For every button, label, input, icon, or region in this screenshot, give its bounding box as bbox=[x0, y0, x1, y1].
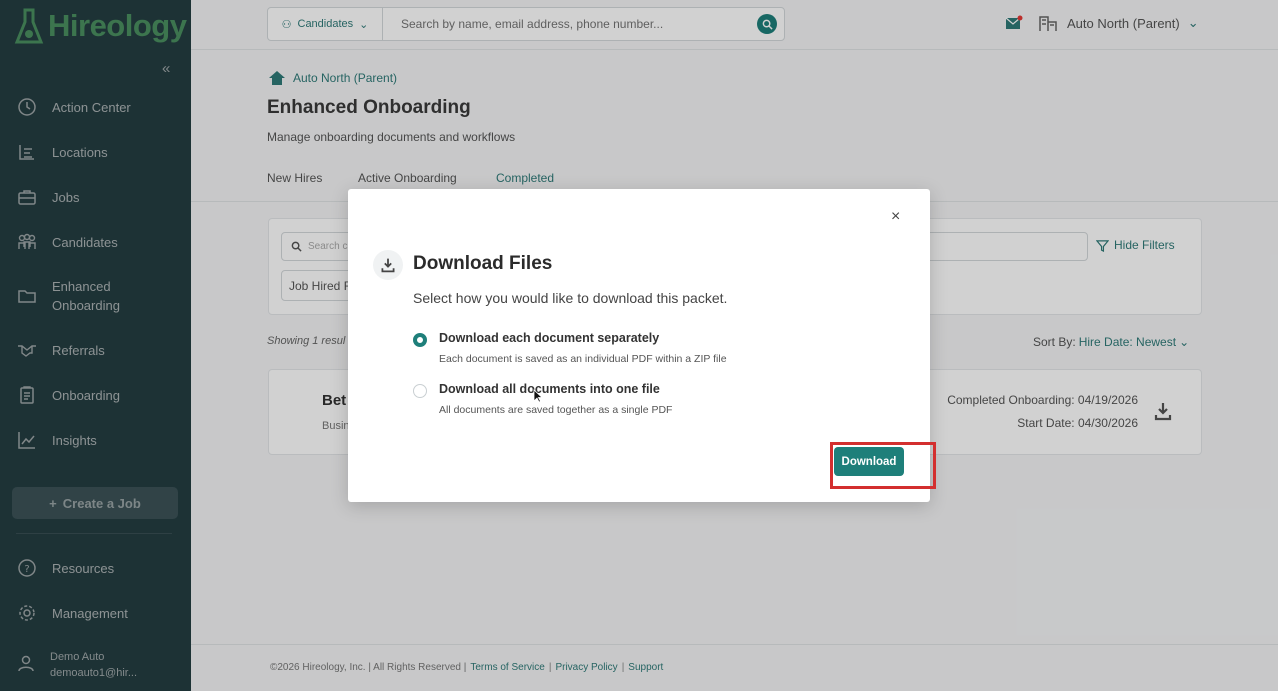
download-icon bbox=[373, 250, 403, 280]
sidebar-backdrop bbox=[0, 0, 191, 691]
mouse-cursor-icon bbox=[533, 389, 544, 408]
option-label: Download each document separately bbox=[439, 331, 660, 345]
radio-single-file[interactable] bbox=[413, 384, 427, 398]
option-help: All documents are saved together as a si… bbox=[439, 404, 673, 416]
option-label: Download all documents into one file bbox=[439, 382, 660, 396]
option-separate[interactable]: Download each document separately Each d… bbox=[413, 331, 727, 365]
option-help: Each document is saved as an individual … bbox=[439, 353, 727, 365]
radio-separate[interactable] bbox=[413, 333, 427, 347]
modal-title: Download Files bbox=[413, 253, 553, 274]
highlight-box bbox=[830, 442, 936, 489]
modal-description: Select how you would like to download th… bbox=[413, 290, 728, 306]
close-icon[interactable]: × bbox=[891, 208, 900, 226]
